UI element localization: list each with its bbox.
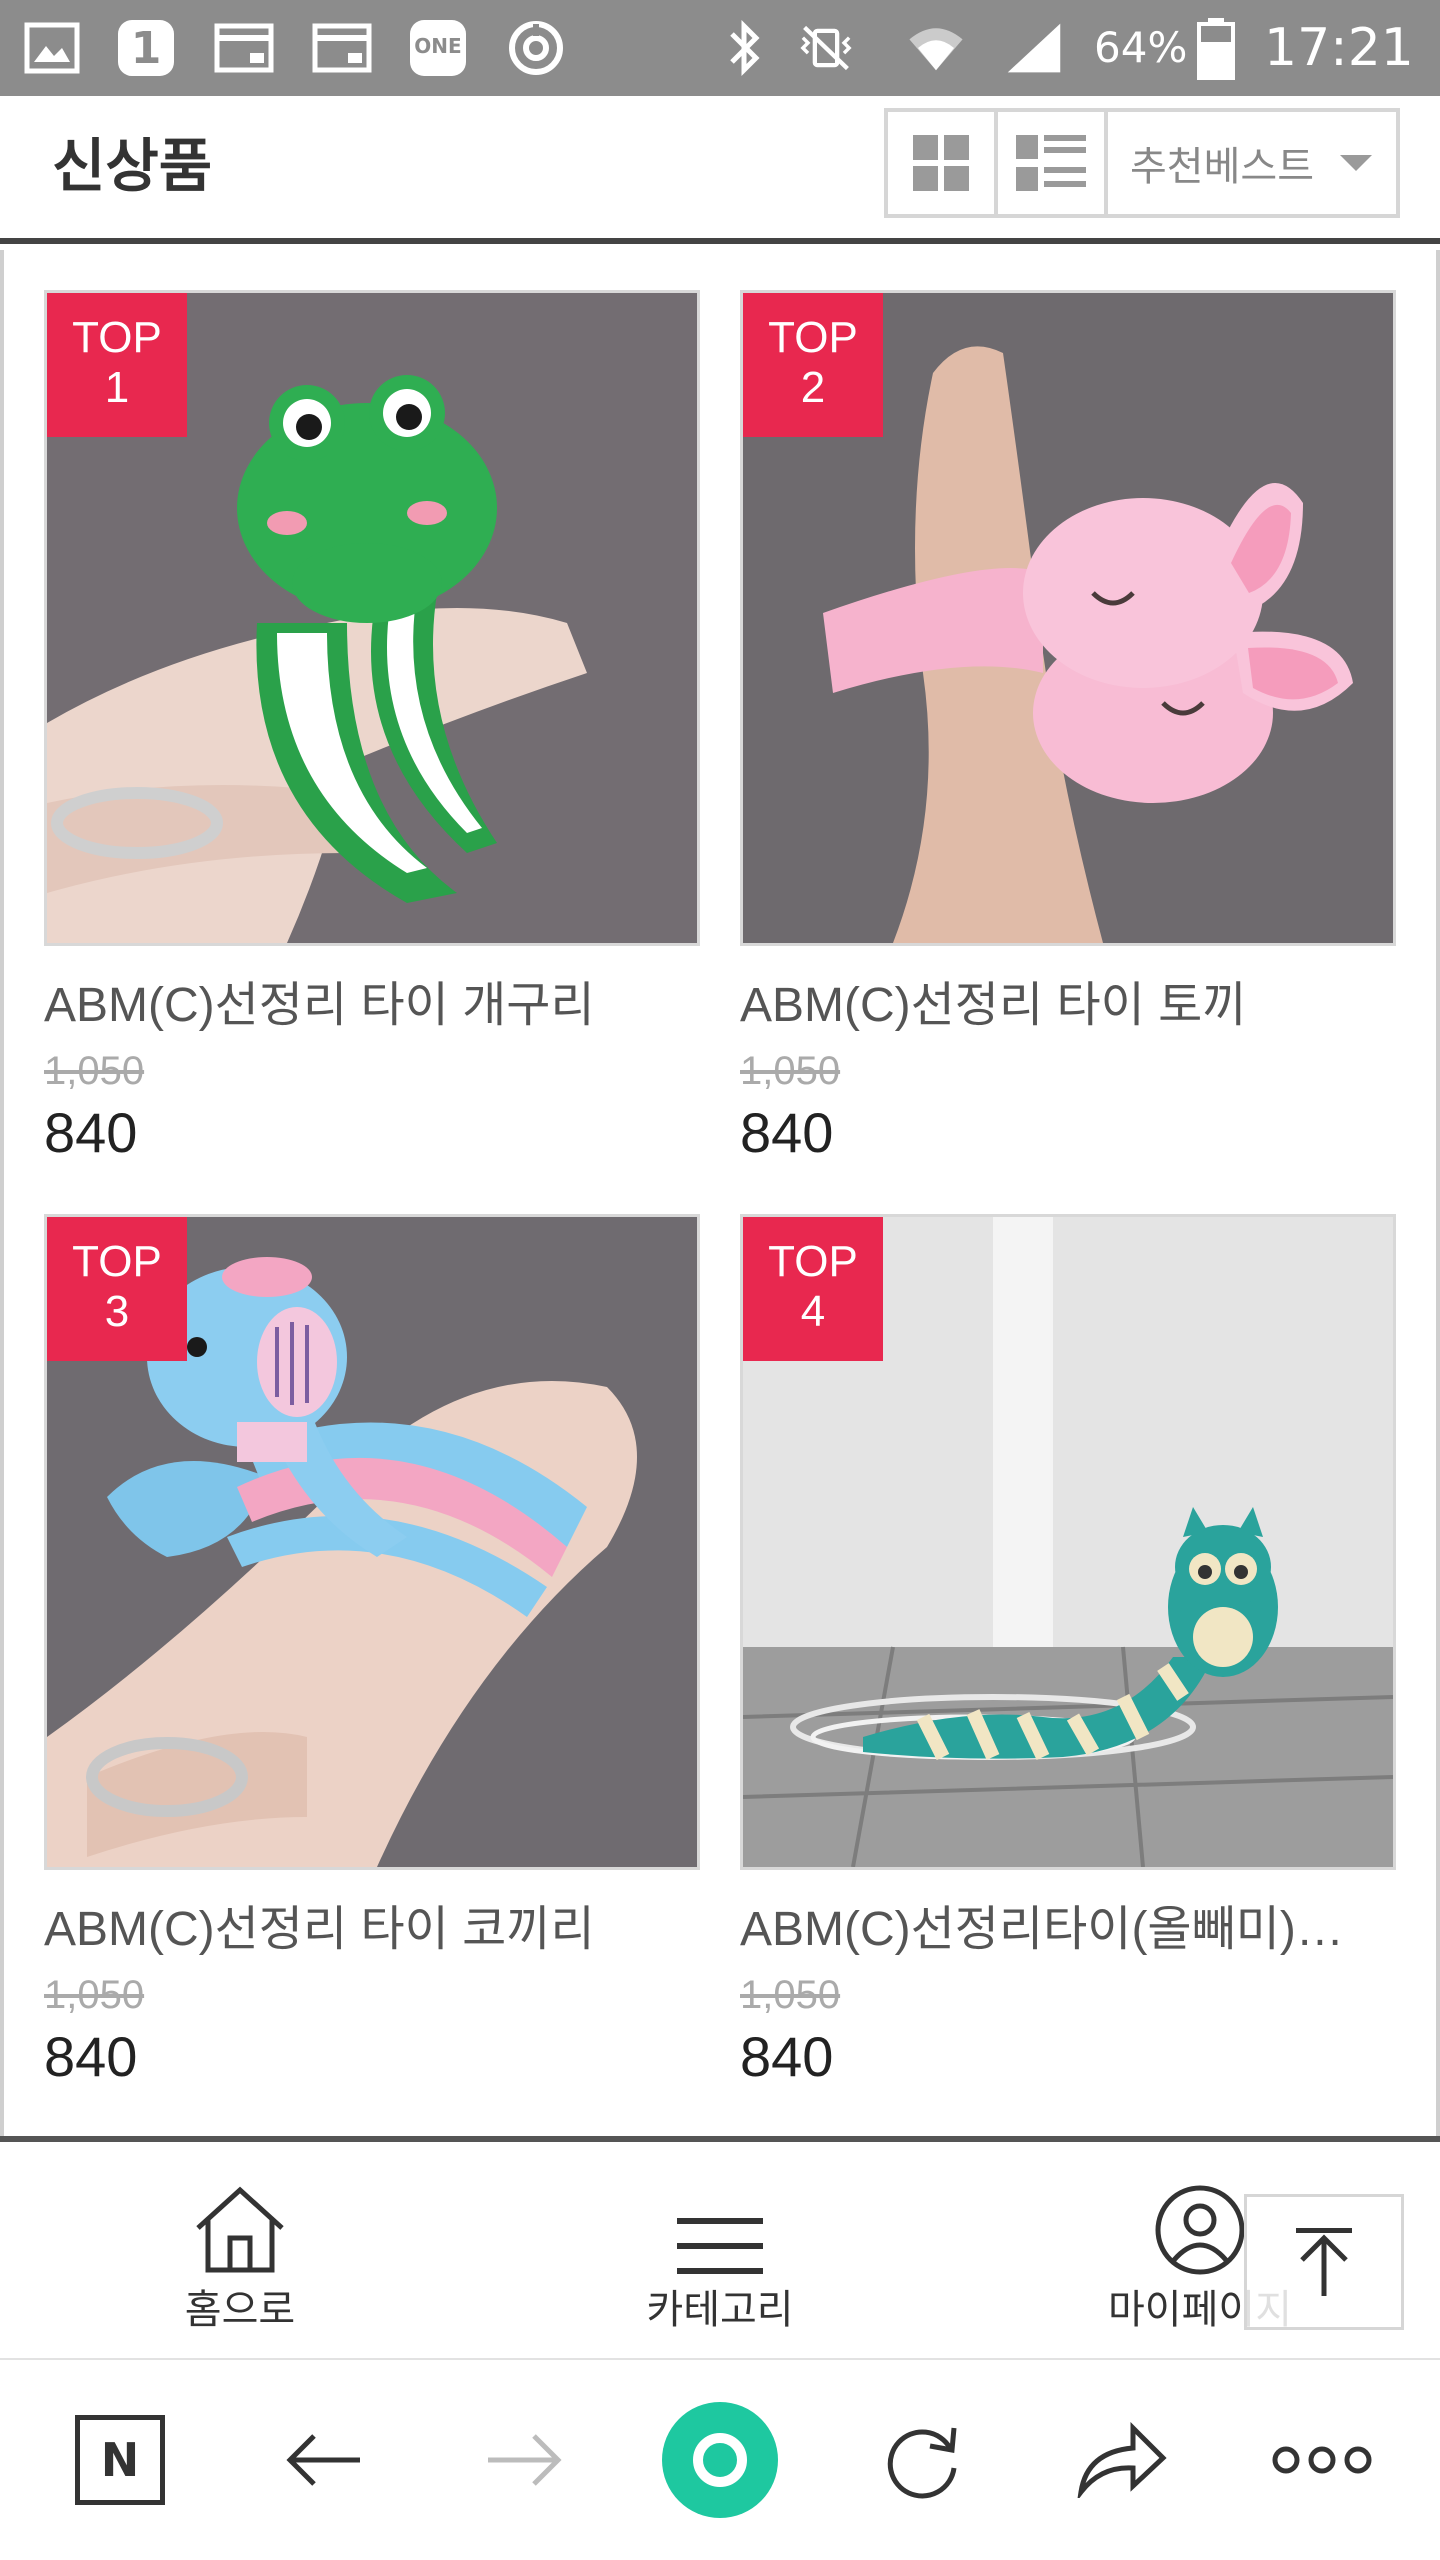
badge-top-label: TOP: [72, 313, 162, 362]
menu-icon: [677, 2218, 763, 2274]
rank-badge: TOP 4: [743, 1217, 883, 1361]
forward-button[interactable]: [464, 2400, 584, 2520]
browser-toolbar: N: [0, 2362, 1440, 2560]
nav-category-label: 카테고리: [646, 2287, 794, 2333]
original-price: 1,050: [740, 1973, 841, 2017]
product-name[interactable]: ABM(C)선정리 타이 토끼: [740, 974, 1396, 1038]
user-icon: [1155, 2185, 1245, 2275]
home-icon: [196, 2186, 284, 2273]
badge-rank-number: 3: [104, 1287, 130, 1336]
one-badge-label: 1: [130, 22, 162, 74]
browser-home-button[interactable]: [660, 2400, 780, 2520]
rank-badge: TOP 3: [47, 1217, 187, 1361]
nav-category[interactable]: 카테고리: [600, 2166, 840, 2356]
nav-home[interactable]: 홈으로: [120, 2166, 360, 2356]
original-price: 1,050: [44, 1973, 145, 2017]
naver-home-button[interactable]: N: [60, 2400, 180, 2520]
status-bar: 1 ONE 64% 17:21: [0, 0, 1440, 96]
wifi-icon: [906, 18, 966, 78]
page-title: 신상품: [52, 132, 213, 200]
product-card[interactable]: TOP 1 ABM(C)선정리 타이 개구리 1,050 840: [44, 290, 700, 1170]
nav-home-label: 홈으로: [184, 2287, 296, 2333]
sale-price: 840: [740, 1101, 834, 1164]
original-price: 1,050: [44, 1049, 145, 1093]
sale-price: 840: [740, 2025, 834, 2088]
one-badge-icon: 1: [116, 18, 176, 78]
naver-icon: N: [75, 2415, 165, 2505]
product-name[interactable]: ABM(C)선정리 타이 코끼리: [44, 1898, 700, 1962]
badge-top-label: TOP: [768, 313, 858, 362]
back-button[interactable]: [264, 2400, 384, 2520]
product-name[interactable]: ABM(C)선정리타이(올빼미)…: [740, 1898, 1396, 1962]
chevron-down-icon: [1340, 155, 1372, 171]
badge-rank-number: 2: [800, 363, 826, 412]
product-card[interactable]: TOP 4 ABM(C)선정리타이(올빼미)… 1,050 840: [740, 1214, 1396, 2094]
gallery-icon: [22, 18, 82, 78]
view-controls: 추천베스트: [884, 108, 1400, 218]
rank-badge: TOP 2: [743, 293, 883, 437]
one-service-icon: ONE: [408, 18, 468, 78]
refresh-icon: [887, 2427, 957, 2499]
product-image[interactable]: TOP 1: [44, 290, 700, 946]
battery-percent: 64%: [1094, 23, 1188, 72]
refresh-button[interactable]: [862, 2400, 982, 2520]
product-grid: TOP 1 ABM(C)선정리 타이 개구리 1,050 840 TOP 2 A…: [0, 250, 1440, 2136]
product-card[interactable]: TOP 3 ABM(C)선정리 타이 코끼리 1,050 840: [44, 1214, 700, 2094]
bottom-navigation: 홈으로 카테고리 마이페이지: [0, 2136, 1440, 2360]
circle-home-icon: [662, 2402, 778, 2518]
card-icon: [214, 18, 274, 78]
share-button[interactable]: [1062, 2400, 1182, 2520]
page-header: 신상품 추천베스트: [0, 96, 1440, 244]
arrow-left-icon: [286, 2434, 360, 2486]
card-icon: [312, 18, 372, 78]
clock: 17:21: [1264, 18, 1414, 78]
sale-price: 840: [44, 1101, 138, 1164]
badge-rank-number: 1: [104, 363, 130, 412]
grid-view-icon: [913, 135, 969, 191]
product-card[interactable]: TOP 2 ABM(C)선정리 타이 토끼 1,050 840: [740, 290, 1396, 1170]
bluetooth-icon: [714, 18, 774, 78]
signal-icon: [1004, 18, 1064, 78]
vibrate-mute-icon: [796, 18, 856, 78]
list-view-icon: [1016, 135, 1086, 191]
grid-view-button[interactable]: [888, 112, 998, 214]
badge-rank-number: 4: [800, 1287, 826, 1336]
sort-label: 추천베스트: [1130, 144, 1314, 190]
sort-dropdown[interactable]: 추천베스트: [1108, 112, 1396, 214]
sale-price: 840: [44, 2025, 138, 2088]
rank-badge: TOP 1: [47, 293, 187, 437]
product-image[interactable]: TOP 2: [740, 290, 1396, 946]
original-price: 1,050: [740, 1049, 841, 1093]
battery-icon: [1186, 18, 1246, 80]
more-dots-icon: [1272, 2446, 1372, 2474]
more-button[interactable]: [1262, 2400, 1382, 2520]
product-name[interactable]: ABM(C)선정리 타이 개구리: [44, 974, 700, 1038]
one-service-label: ONE: [414, 34, 462, 58]
scroll-to-top-button[interactable]: [1244, 2194, 1404, 2330]
list-view-button[interactable]: [998, 112, 1108, 214]
badge-top-label: TOP: [768, 1237, 858, 1286]
share-arrow-icon: [1077, 2422, 1167, 2498]
arrow-right-icon: [488, 2434, 562, 2486]
arrow-up-icon: [1296, 2228, 1352, 2296]
product-image[interactable]: TOP 3: [44, 1214, 700, 1870]
sync-icon: [506, 18, 566, 78]
badge-top-label: TOP: [72, 1237, 162, 1286]
product-image[interactable]: TOP 4: [740, 1214, 1396, 1870]
